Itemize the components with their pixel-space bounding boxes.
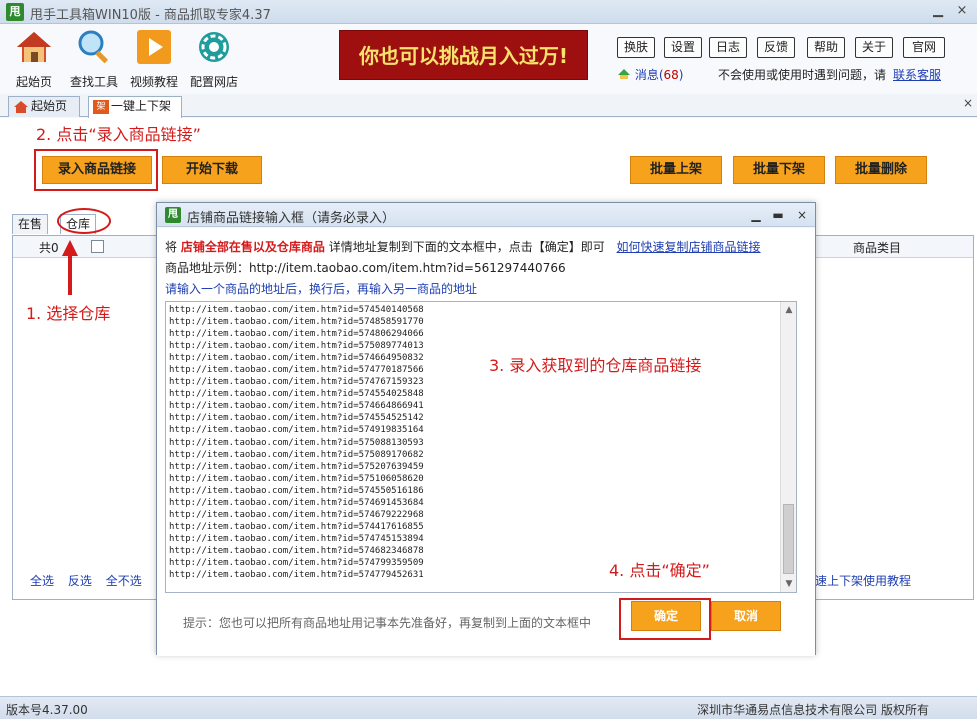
app-logo: 甩 (6, 3, 24, 21)
urls-textarea[interactable]: http://item.taobao.com/item.htm?id=57454… (165, 301, 797, 593)
status-bar: 版本号4.37.00 深圳市华通易点信息技术有限公司 版权所有 (0, 696, 977, 719)
subtab-on-sale[interactable]: 在售 (12, 214, 49, 234)
scroll-down-icon[interactable]: ▼ (781, 576, 796, 592)
textarea-scrollbar[interactable]: ▲ ▼ (780, 302, 796, 592)
toolbar-find-tools-button[interactable]: 查找工具 (62, 28, 126, 90)
help-text: 不会使用或使用时遇到问题，请 (718, 68, 887, 82)
toolbar-config-shop-button[interactable]: 配置网店 (182, 28, 246, 90)
toolbar-home-button[interactable]: 起始页 (2, 28, 66, 90)
magnifier-icon (78, 30, 109, 64)
close-tab-icon[interactable]: × (963, 96, 973, 110)
select-all-link[interactable]: 全选 (30, 574, 54, 588)
instruction-highlight: 店铺全部在售以及仓库商品 (180, 240, 325, 254)
messages-label-close: ) (678, 68, 684, 82)
website-button[interactable]: 官网 (903, 37, 945, 58)
how-to-copy-link[interactable]: 如何快速复制店铺商品链接 (617, 240, 761, 254)
dialog-title-bar: 甩 店铺商品链接输入框（请务必录入） ▁ ▬ × (157, 203, 815, 227)
tab-home-label: 起始页 (31, 99, 68, 113)
table-count: 共0 (39, 241, 59, 255)
house-icon (17, 32, 51, 62)
title-bar: 甩 甩手工具箱WIN10版 - 商品抓取专家4.37 ▁ × (0, 0, 977, 24)
scrollbar-thumb[interactable] (783, 504, 794, 574)
dialog-body: 将 店铺全部在售以及仓库商品 详情地址复制到下面的文本框中，点击【确定】即可 如… (157, 228, 815, 656)
dialog-title: 店铺商品链接输入框（请务必录入） (187, 211, 396, 226)
dialog-minimize-button[interactable]: ▁ (747, 206, 765, 224)
house-icon (14, 101, 28, 113)
urls-content: http://item.taobao.com/item.htm?id=57454… (169, 305, 424, 581)
arrow-annotation-shaft (68, 255, 72, 295)
step3-annotation: 3. 录入获取到的仓库商品链接 (489, 356, 702, 375)
about-button[interactable]: 关于 (855, 37, 893, 58)
tutorial-link[interactable]: 速上下架使用教程 (815, 572, 911, 589)
dialog-hint: 提示：您也可以把所有商品地址用记事本先准备好，再复制到上面的文本框中 (183, 616, 592, 630)
batch-up-button[interactable]: 批量上架 (630, 156, 722, 184)
example-url: 商品地址示例：http://item.taobao.com/item.htm?i… (165, 261, 566, 275)
tab-one-click-shelf[interactable]: 架 一键上下架 (88, 96, 182, 118)
toolbar-home-label: 起始页 (15, 75, 52, 89)
toolbar: 起始页 查找工具 视频教程 配置网店 你也可以挑战月入过万! 换肤 设置 日志 … (0, 24, 977, 92)
tab-one-click-shelf-label: 一键上下架 (111, 99, 172, 113)
minimize-button[interactable]: ▁ (928, 2, 948, 20)
toolbar-config-shop-label: 配置网店 (189, 75, 238, 89)
cancel-button[interactable]: 取消 (711, 601, 781, 631)
contact-support-link[interactable]: 联系客服 (893, 66, 941, 83)
invert-selection-link[interactable]: 反选 (68, 574, 92, 588)
toolbar-video-label: 视频教程 (129, 75, 178, 89)
tab-home[interactable]: 起始页 (8, 96, 80, 117)
instruction-prefix: 将 (165, 240, 178, 254)
link-input-dialog: 甩 店铺商品链接输入框（请务必录入） ▁ ▬ × 将 店铺全部在售以及仓库商品 … (156, 202, 816, 656)
start-download-button[interactable]: 开始下载 (162, 156, 262, 184)
toolbar-video-button[interactable]: 视频教程 (122, 28, 186, 90)
messages-label: 消息( (634, 68, 664, 82)
arrow-annotation (62, 240, 78, 256)
settings-button[interactable]: 设置 (664, 37, 702, 58)
gear-icon (199, 32, 229, 62)
message-icon (618, 69, 630, 79)
messages-link[interactable]: 消息(68) (617, 66, 683, 82)
toolbar-find-tools-label: 查找工具 (69, 75, 118, 89)
select-none-link[interactable]: 全不选 (106, 574, 142, 588)
skin-button[interactable]: 换肤 (617, 37, 655, 58)
selection-links: 全选 反选 全不选 (30, 572, 152, 589)
instruction-text: 详情地址复制到下面的文本框中，点击【确定】即可 (328, 240, 605, 254)
record-links-button[interactable]: 录入商品链接 (42, 156, 152, 184)
step4-annotation: 4. 点击“确定” (609, 561, 710, 580)
select-all-checkbox[interactable] (91, 240, 104, 253)
version-label: 版本号4.37.00 (6, 703, 88, 717)
instruction-line: 将 店铺全部在售以及仓库商品 详情地址复制到下面的文本框中，点击【确定】即可 如… (165, 238, 761, 255)
shelf-icon: 架 (93, 100, 109, 114)
ok-button[interactable]: 确定 (631, 601, 701, 631)
help-button[interactable]: 帮助 (807, 37, 845, 58)
table-header-category: 商品类目 (853, 241, 902, 255)
dialog-close-button[interactable]: × (793, 206, 811, 224)
feedback-button[interactable]: 反馈 (757, 37, 795, 58)
dialog-maximize-button[interactable]: ▬ (769, 206, 787, 224)
window-title: 甩手工具箱WIN10版 - 商品抓取专家4.37 (30, 8, 271, 23)
warehouse-highlight (57, 208, 111, 234)
input-instruction: 请输入一个商品的地址后，换行后，再输入另一商品的地址 (165, 282, 478, 296)
promo-banner[interactable]: 你也可以挑战月入过万! (339, 30, 588, 80)
log-button[interactable]: 日志 (709, 37, 747, 58)
messages-count: 68 (663, 68, 679, 82)
copyright-label: 深圳市华通易点信息技术有限公司 版权所有 (697, 703, 929, 717)
batch-down-button[interactable]: 批量下架 (733, 156, 825, 184)
tab-bar: 起始页 架 一键上下架 × (0, 94, 977, 118)
batch-delete-button[interactable]: 批量删除 (835, 156, 927, 184)
close-button[interactable]: × (952, 2, 972, 20)
scroll-up-icon[interactable]: ▲ (781, 302, 796, 318)
dialog-logo: 甩 (165, 207, 181, 223)
step2-annotation: 2. 点击“录入商品链接” (36, 125, 201, 144)
step1-annotation: 1. 选择仓库 (26, 304, 111, 323)
play-icon (137, 30, 171, 64)
